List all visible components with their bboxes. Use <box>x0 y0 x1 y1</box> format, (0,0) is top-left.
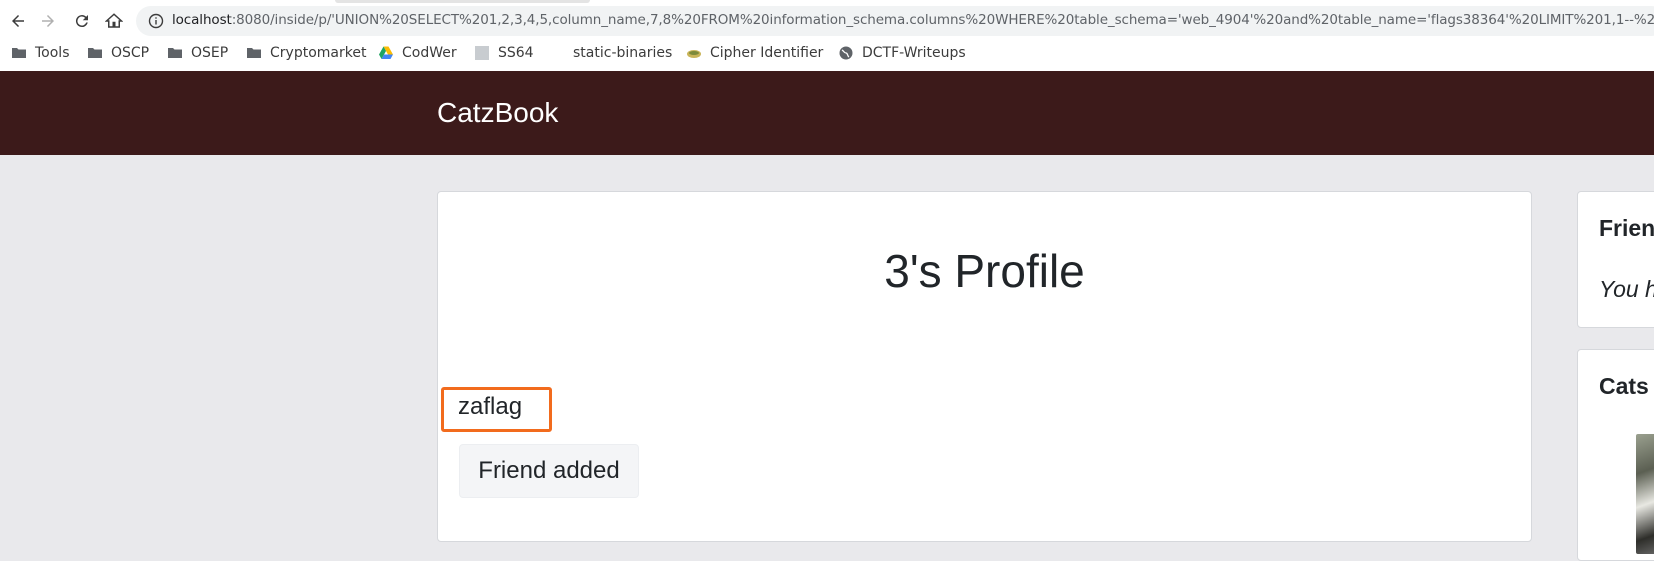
cats-card: Cats <box>1577 349 1654 561</box>
page-icon <box>475 46 489 60</box>
cat-image[interactable] <box>1636 434 1654 554</box>
active-tab-edge <box>335 0 590 3</box>
friend-added-button[interactable]: Friend added <box>459 444 639 498</box>
bookmark-codwer[interactable]: CodWer <box>378 42 457 64</box>
reload-icon[interactable] <box>70 9 94 33</box>
bookmarks-bar: Tools OSCP OSEP Cryptomarket CodWer SS64 <box>0 40 1654 68</box>
url-text[interactable]: localhost:8080/inside/p/'UNION%20SELECT%… <box>172 12 1654 28</box>
forward-arrow-icon[interactable] <box>36 9 60 33</box>
bookmark-label: Cipher Identifier <box>710 45 824 61</box>
folder-icon <box>12 48 26 58</box>
bookmark-tools[interactable]: Tools <box>11 42 70 64</box>
bookmark-osep[interactable]: OSEP <box>167 42 228 64</box>
bookmark-oscp[interactable]: OSCP <box>87 42 149 64</box>
bookmark-label: CodWer <box>402 45 457 61</box>
friends-empty-text: You h <box>1599 276 1654 302</box>
site-brand[interactable]: CatzBook <box>437 97 558 129</box>
browser-toolbar: localhost:8080/inside/p/'UNION%20SELECT%… <box>0 0 1654 72</box>
url-host: localhost <box>172 12 232 28</box>
profile-title: 3's Profile <box>884 245 1085 297</box>
site-info-icon[interactable] <box>148 13 164 29</box>
bookmark-label: Tools <box>35 45 70 61</box>
site-icon <box>687 50 701 58</box>
profile-card: 3's Profile zaflag Friend added <box>437 191 1532 542</box>
bookmark-label: SS64 <box>498 45 534 61</box>
url-path: :8080/inside/p/'UNION%20SELECT%201,2,3,4… <box>231 12 1654 28</box>
bookmark-cryptomarket[interactable]: Cryptomarket <box>246 42 366 64</box>
bookmark-label: OSEP <box>191 45 229 61</box>
bookmark-dctf-writeups[interactable]: DCTF-Writeups <box>838 42 966 64</box>
site-navbar: CatzBook <box>0 71 1654 155</box>
globe-icon <box>839 46 853 60</box>
cats-title: Cats <box>1599 373 1649 399</box>
friends-title: Frien <box>1599 215 1654 241</box>
profile-field-value: zaflag <box>458 393 523 420</box>
home-icon[interactable] <box>102 9 126 33</box>
address-bar[interactable]: localhost:8080/inside/p/'UNION%20SELECT%… <box>136 6 1654 36</box>
bookmark-cipher-identifier[interactable]: Cipher Identifier <box>686 42 823 64</box>
bookmark-label: Cryptomarket <box>270 45 367 61</box>
friends-card: Frien You h <box>1577 191 1654 328</box>
folder-icon <box>247 48 261 58</box>
folder-icon <box>88 48 102 58</box>
bookmark-static-binaries[interactable]: static-binaries <box>573 42 672 64</box>
bookmark-label: OSCP <box>111 45 150 61</box>
bookmark-label: DCTF-Writeups <box>862 45 966 61</box>
bookmark-label: static-binaries <box>573 45 673 61</box>
google-drive-icon <box>379 46 393 59</box>
back-arrow-icon[interactable] <box>6 9 30 33</box>
folder-icon <box>168 48 182 58</box>
bookmark-ss64[interactable]: SS64 <box>474 42 534 64</box>
